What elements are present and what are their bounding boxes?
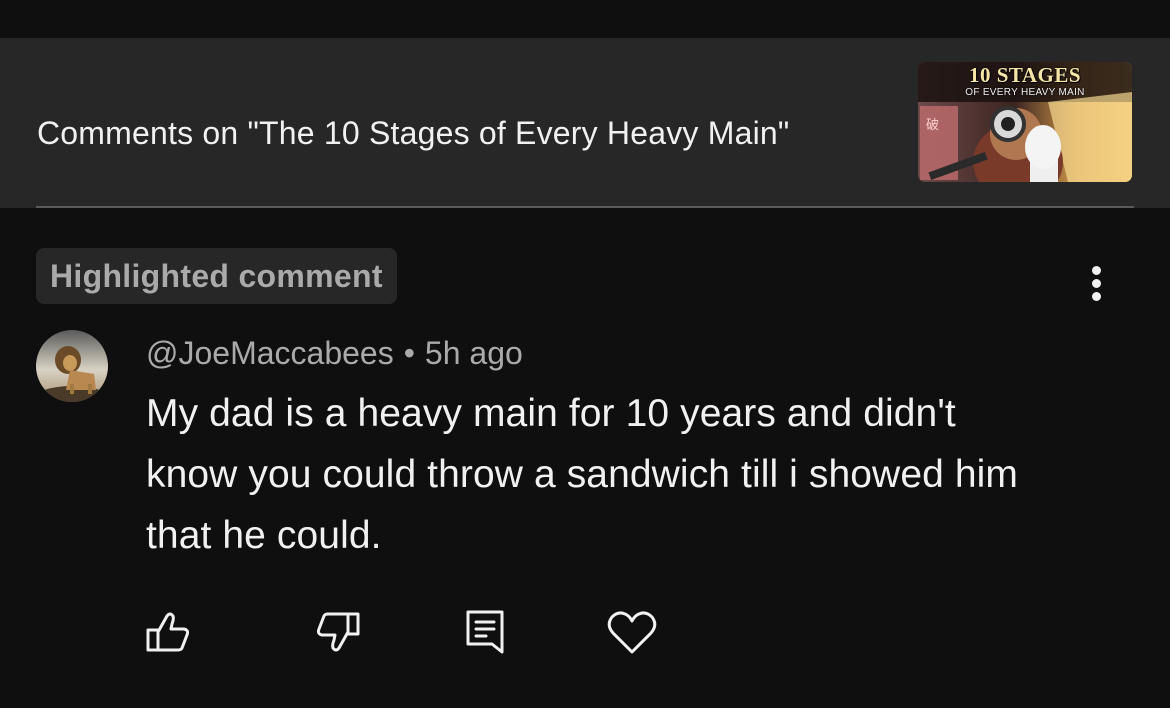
avatar[interactable]: [36, 330, 108, 402]
meta-separator: •: [403, 335, 415, 371]
comment-page: Comments on "The 10 Stages of Every Heav…: [0, 0, 1170, 708]
more-options-dot: [1092, 292, 1101, 301]
lion-avatar-icon: [36, 330, 108, 402]
more-options-icon: [1092, 266, 1101, 275]
heart-button[interactable]: [604, 604, 660, 660]
thumbnail-subtitle: OF EVERY HEAVY MAIN: [965, 87, 1085, 98]
comment-text: My dad is a heavy main for 10 years and …: [146, 392, 1018, 557]
comment-meta: @JoeMaccabees • 5h ago: [146, 333, 523, 373]
page-title: Comments on "The 10 Stages of Every Heav…: [37, 115, 790, 151]
dislike-button[interactable]: [310, 604, 366, 660]
reply-button[interactable]: [458, 604, 514, 660]
more-options-dot: [1092, 279, 1101, 288]
highlighted-comment-badge: Highlighted comment: [36, 248, 397, 304]
like-button[interactable]: [140, 604, 196, 660]
thumbnail-title: 10 STAGES: [968, 63, 1082, 87]
more-options-button[interactable]: [1080, 262, 1114, 306]
thumbs-up-icon: [146, 612, 190, 652]
thumbs-down-icon: [316, 612, 360, 652]
heart-icon: [607, 611, 657, 654]
thumbnail-stamp: 破: [926, 118, 940, 133]
video-thumbnail[interactable]: 10 STAGES OF EVERY HEAVY MAIN 破: [918, 62, 1132, 182]
status-strip: [0, 0, 1170, 38]
comment-time: 5h ago: [424, 335, 523, 371]
reply-icon: [466, 610, 504, 654]
comment-author[interactable]: @JoeMaccabees: [146, 335, 394, 371]
header-divider: [36, 206, 1134, 208]
